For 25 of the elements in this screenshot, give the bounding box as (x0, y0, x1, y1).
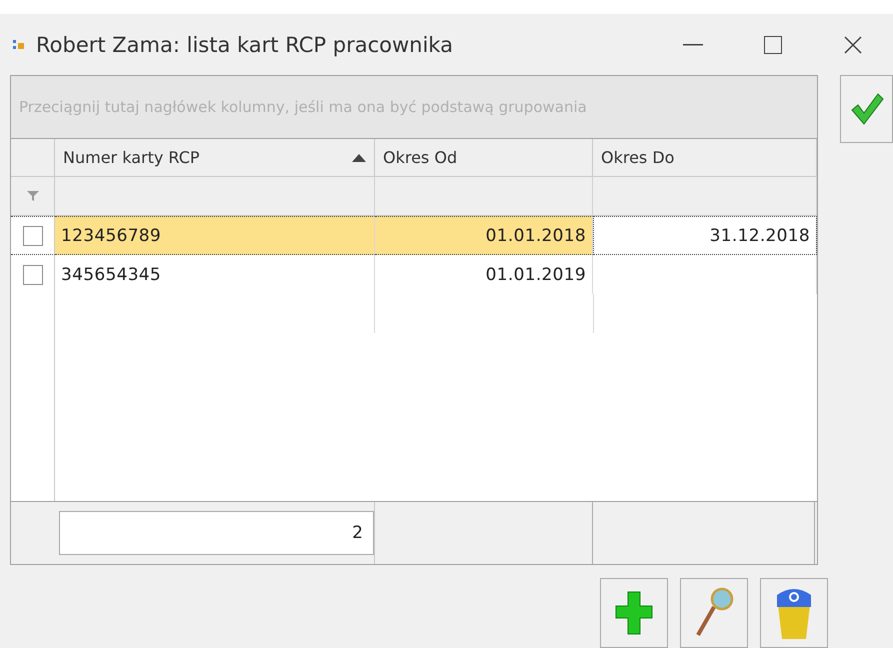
magnifier-icon (694, 587, 734, 639)
row-checkbox[interactable] (22, 226, 42, 246)
app-icon (12, 38, 26, 52)
filter-cell[interactable] (593, 177, 817, 216)
window-title: Robert Zama: lista kart RCP pracownika (36, 32, 454, 56)
filter-cell[interactable] (375, 177, 593, 216)
table-cell: 31.12.2018 (593, 216, 817, 255)
row-checkbox[interactable] (22, 264, 42, 284)
column-header[interactable]: Okres Do (593, 139, 817, 177)
maximize-icon (764, 36, 782, 54)
close-icon (844, 36, 862, 54)
filter-icon[interactable] (26, 190, 38, 202)
table-cell: 01.01.2018 (375, 216, 593, 255)
row-count-field: 2 (58, 511, 374, 555)
column-header[interactable]: Okres Od (375, 139, 593, 177)
confirm-button[interactable] (840, 75, 893, 143)
column-header[interactable]: Numer karty RCP (55, 139, 375, 177)
minimize-icon (683, 44, 703, 46)
plus-icon (615, 590, 653, 636)
search-button[interactable] (680, 578, 748, 648)
delete-button[interactable] (760, 578, 828, 648)
add-button[interactable] (600, 578, 668, 648)
checkmark-icon (850, 92, 884, 126)
filter-cell[interactable] (55, 177, 375, 216)
table-cell: 123456789 (55, 216, 375, 255)
